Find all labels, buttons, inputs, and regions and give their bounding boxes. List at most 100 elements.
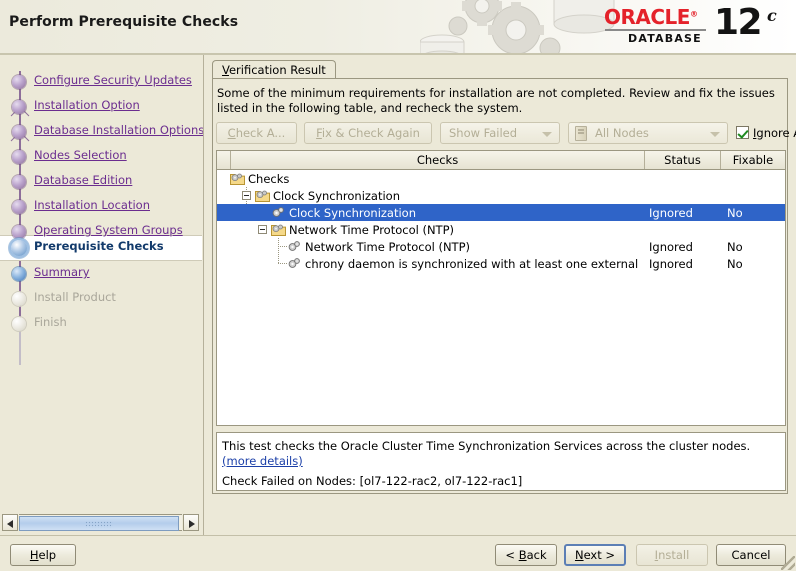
server-icon (575, 126, 587, 141)
sidebar-item-install-product: Install Product (0, 286, 203, 311)
scrollbar-thumb[interactable] (19, 516, 179, 531)
step-bullet-icon (12, 125, 26, 139)
oracle-database-logo: ORACLE® DATABASE 12 c (604, 2, 784, 50)
app-header: Perform Prerequisite Checks ORACLE® DATA… (0, 0, 796, 55)
failed-nodes-text: Check Failed on Nodes: [ol7-122-rac2, ol… (222, 474, 523, 488)
sidebar-item-label: Configure Security Updates (34, 73, 192, 87)
sidebar-item-label: Nodes Selection (34, 148, 127, 162)
button-label: ix & Check Again (321, 126, 420, 140)
collapse-toggle-icon[interactable] (242, 191, 251, 200)
page-title: Perform Prerequisite Checks (9, 14, 239, 30)
row-fixable: No (727, 240, 743, 254)
table-row[interactable]: Checks (217, 170, 785, 187)
arrow-right-icon (189, 520, 195, 528)
fix-and-check-again-button[interactable]: Fix & Check Again (304, 122, 432, 144)
scrollbar-track[interactable] (19, 514, 182, 531)
detail-text: This test checks the Oracle Cluster Time… (222, 439, 751, 453)
sidebar-item-label: Summary (34, 265, 90, 279)
sidebar-item-prerequisite-checks[interactable]: Prerequisite Checks (0, 235, 203, 260)
scroll-left-button[interactable] (2, 514, 18, 531)
all-nodes-dropdown[interactable]: All Nodes (568, 122, 728, 144)
column-header-checks[interactable]: Checks (231, 151, 645, 169)
check-again-button[interactable]: Check A... (216, 122, 297, 144)
sidebar-item-installation-option[interactable]: Installation Option (0, 94, 203, 119)
sidebar-item-label: Finish (34, 315, 67, 329)
sidebar-item-database-installation-options[interactable]: Database Installation Options (0, 119, 203, 144)
step-bullet-icon (11, 240, 27, 256)
column-header-status[interactable]: Status (645, 151, 721, 169)
table-row[interactable]: chrony daemon is synchronized with at le… (217, 255, 785, 272)
show-failed-dropdown[interactable]: Show Failed (440, 122, 560, 144)
wizard-step-sidebar: Configure Security Updates Installation … (0, 55, 204, 535)
step-bullet-icon (12, 292, 26, 306)
arrow-left-icon (7, 520, 13, 528)
verification-result-panel: Some of the minimum requirements for ins… (212, 78, 796, 494)
chevron-down-icon (542, 132, 552, 137)
version-number: 12 (714, 2, 763, 43)
sidebar-item-nodes-selection[interactable]: Nodes Selection (0, 144, 203, 169)
table-header-row: Checks Status Fixable (217, 151, 785, 170)
button-mnemonic: C (227, 126, 236, 140)
table-row[interactable]: Network Time Protocol (NTP) (217, 221, 785, 238)
row-status: Ignored (649, 257, 693, 271)
sidebar-item-label: Installation Location (34, 198, 150, 212)
folder-gear-icon (271, 224, 286, 236)
detail-description: This test checks the Oracle Cluster Time… (222, 439, 774, 469)
row-label: Network Time Protocol (NTP) (289, 223, 455, 237)
logo-subtitle: DATABASE (628, 32, 702, 45)
more-details-link[interactable]: (more details) (222, 454, 303, 468)
install-button[interactable]: Install (636, 544, 708, 566)
logo-rule (605, 29, 706, 31)
folder-gear-icon (255, 190, 270, 202)
sidebar-horizontal-scrollbar[interactable] (2, 514, 199, 531)
folder-gear-icon (230, 173, 245, 185)
cancel-button[interactable]: Cancel (716, 544, 786, 566)
oracle-wordmark: ORACLE® (604, 5, 698, 29)
sidebar-item-label: Installation Option (34, 98, 140, 112)
help-button[interactable]: Help (10, 544, 76, 566)
ignore-all-label: Ignore A (753, 126, 796, 140)
step-bullet-icon (12, 100, 26, 114)
row-status: Ignored (649, 240, 693, 254)
step-bullet-icon (12, 150, 26, 164)
sidebar-item-configure-security-updates[interactable]: Configure Security Updates (0, 69, 203, 94)
column-header-fixable[interactable]: Fixable (721, 151, 785, 169)
gear-icon (272, 207, 284, 217)
sidebar-item-label: Database Installation Options (34, 123, 204, 137)
table-row[interactable]: Network Time Protocol (NTP) Ignored No (217, 238, 785, 255)
version-suffix: c (767, 6, 777, 25)
next-button[interactable]: Next > (564, 544, 626, 566)
sidebar-item-label: Prerequisite Checks (34, 239, 164, 253)
registered-mark-icon: ® (689, 9, 698, 19)
dropdown-value: Show Failed (449, 126, 518, 140)
table-body: Checks Clock Synchronization Clock Synch… (217, 170, 785, 425)
collapse-toggle-icon[interactable] (258, 225, 267, 234)
gear-icon (288, 241, 300, 251)
sidebar-item-summary[interactable]: Summary (0, 261, 203, 286)
back-button[interactable]: < Back (495, 544, 557, 566)
row-label: Clock Synchronization (273, 189, 401, 203)
chevron-down-icon (710, 132, 720, 137)
checks-toolbar: Check A... Fix & Check Again Show Failed… (216, 122, 796, 146)
resize-grip-icon[interactable] (781, 556, 795, 570)
button-label: heck A... (235, 126, 286, 140)
ignore-all-checkbox[interactable] (736, 126, 749, 139)
gear-icon (288, 258, 300, 268)
table-row[interactable]: Clock Synchronization Ignored No (217, 204, 785, 221)
main-panel: Verification Result Some of the minimum … (204, 55, 796, 535)
tab-verification-result[interactable]: Verification Result (212, 60, 336, 79)
sidebar-item-database-edition[interactable]: Database Edition (0, 169, 203, 194)
content-area: Configure Security Updates Installation … (0, 55, 796, 535)
row-fixable: No (727, 206, 743, 220)
step-bullet-icon (12, 317, 26, 331)
ignore-all-checkbox-group[interactable]: Ignore A (736, 124, 796, 142)
check-details-panel: This test checks the Oracle Cluster Time… (216, 432, 786, 491)
row-status: Ignored (649, 206, 693, 220)
tab-label: erification Result (228, 63, 326, 77)
scroll-right-button[interactable] (183, 514, 199, 531)
sidebar-item-installation-location[interactable]: Installation Location (0, 194, 203, 219)
checks-table[interactable]: Checks Status Fixable Checks Clock Synch… (216, 150, 786, 426)
grip-dots-icon (85, 521, 113, 528)
table-row[interactable]: Clock Synchronization (217, 187, 785, 204)
sidebar-item-label: Database Edition (34, 173, 133, 187)
